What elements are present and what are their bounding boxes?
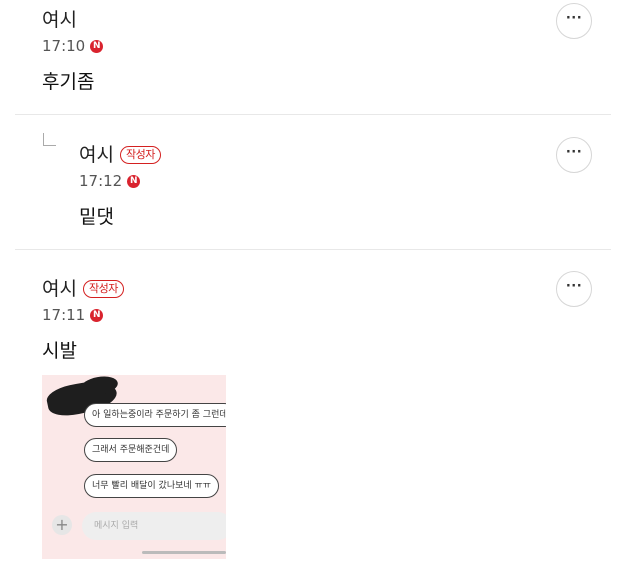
time-text: 17:10: [42, 37, 86, 55]
author-badge: 작성자: [82, 280, 124, 298]
comment-author[interactable]: 여시 작성자: [79, 143, 539, 167]
attached-image[interactable]: 아 일하는중이라 주문하기 좀 그런데 그래서 주문해준건데 너무 빨리 배달이…: [42, 375, 226, 559]
time-text: 17:12: [79, 172, 123, 190]
comment-2-reply: 여시 작성자 17:12 N 밑댓: [79, 143, 539, 229]
more-options-button[interactable]: ···: [556, 137, 592, 173]
comment-author[interactable]: 여시 작성자: [42, 277, 542, 301]
ellipsis-icon: ···: [565, 279, 583, 294]
message-input-placeholder: 메시지 입력: [82, 512, 226, 540]
comment-3: 여시 작성자 17:11 N 시발: [42, 277, 542, 363]
comment-1: 여시 17:10 N 후기좀: [42, 8, 602, 94]
comment-time: 17:11 N: [42, 305, 542, 325]
new-badge-icon: N: [90, 39, 104, 53]
comment-text: 시발: [42, 340, 77, 362]
comment-time: 17:10 N: [42, 36, 602, 56]
author-badge: 작성자: [119, 146, 161, 164]
author-name[interactable]: 여시: [79, 143, 114, 167]
chat-bubble: 너무 빨리 배달이 갔나보네 ㅠㅠ: [84, 474, 220, 498]
new-badge-icon: N: [127, 174, 141, 188]
comment-time: 17:12 N: [79, 171, 539, 191]
comment-author[interactable]: 여시: [42, 8, 602, 32]
chat-bubble: 그래서 주문해준건데: [84, 438, 178, 462]
divider: [15, 249, 611, 250]
new-badge-icon: N: [90, 308, 104, 322]
author-name[interactable]: 여시: [42, 8, 77, 32]
ellipsis-icon: ···: [565, 11, 583, 26]
more-options-button[interactable]: ···: [556, 3, 592, 39]
home-indicator: [142, 551, 226, 554]
time-text: 17:11: [42, 306, 86, 324]
more-options-button[interactable]: ···: [556, 271, 592, 307]
comment-text: 후기좀: [42, 71, 95, 93]
divider: [15, 114, 611, 115]
author-name[interactable]: 여시: [42, 277, 77, 301]
reply-arrow-icon: [43, 133, 56, 146]
comment-text: 밑댓: [79, 206, 114, 228]
plus-icon: +: [52, 515, 72, 535]
chat-bubble: 아 일하는중이라 주문하기 좀 그런데: [84, 403, 226, 427]
ellipsis-icon: ···: [565, 145, 583, 160]
